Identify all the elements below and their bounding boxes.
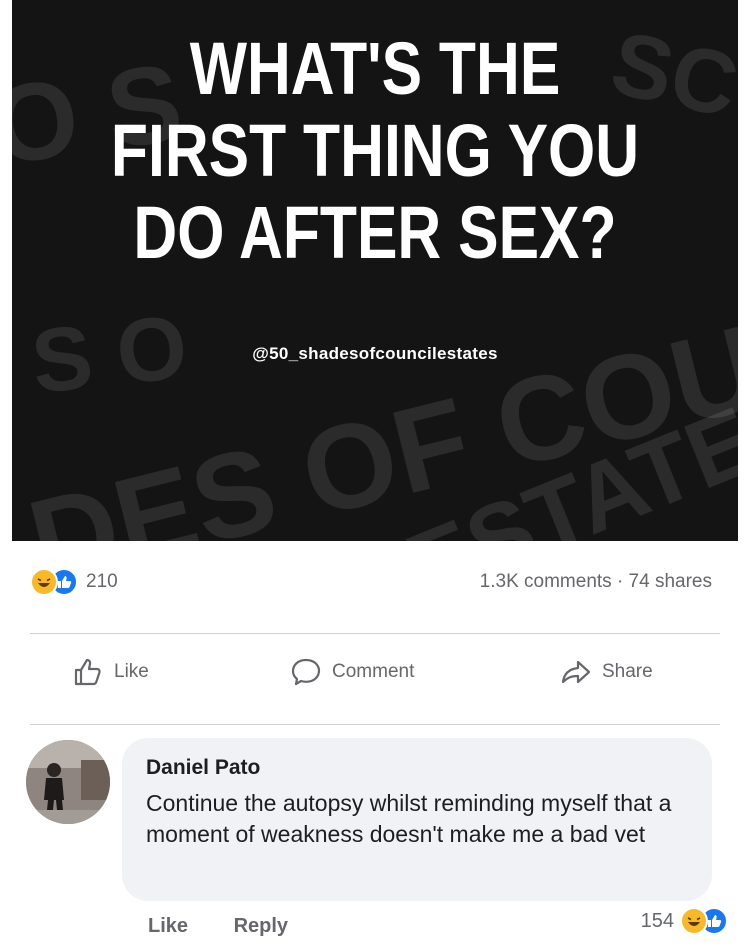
post-actions: Like Comment Share	[0, 656, 750, 700]
post-stats: 210 1.3K comments · 74 shares	[30, 568, 712, 596]
comment-author[interactable]: Daniel Pato	[146, 756, 688, 780]
haha-icon	[680, 907, 708, 935]
haha-icon	[30, 568, 58, 596]
comment-actions: Like Reply	[148, 915, 328, 938]
thumbs-up-icon	[74, 658, 101, 686]
reaction-summary[interactable]: 210	[30, 568, 118, 596]
image-handle: @50_shadesofcouncilestates	[252, 344, 498, 363]
divider	[30, 633, 720, 634]
avatar[interactable]	[26, 740, 110, 824]
post-image[interactable]: O S SC S O DES OF COU ESTATES 50 WHAT'S …	[12, 0, 738, 541]
divider	[30, 724, 720, 725]
comment-button[interactable]: Comment	[290, 656, 414, 688]
post-headline: WHAT'S THE FIRST THING YOU DO AFTER SEX?	[77, 32, 672, 278]
like-button[interactable]: Like	[72, 656, 149, 688]
comment-bubble: Daniel Pato Continue the autopsy whilst …	[122, 738, 712, 901]
headline-line: FIRST THING YOU	[110, 109, 640, 192]
comment-text: Continue the autopsy whilst reminding my…	[146, 790, 672, 847]
share-button[interactable]: Share	[560, 656, 653, 688]
comment-reply-button[interactable]: Reply	[234, 915, 288, 937]
comment-label: Comment	[332, 661, 415, 682]
share-arrow-icon	[561, 660, 591, 684]
headline-line: WHAT'S THE	[189, 27, 561, 110]
speech-bubble-icon	[291, 658, 321, 686]
reaction-count: 210	[86, 571, 118, 592]
like-label: Like	[114, 661, 149, 682]
comments-shares-count[interactable]: 1.3K comments · 74 shares	[480, 571, 712, 593]
comment-reaction-count: 154	[640, 909, 674, 932]
comment-like-button[interactable]: Like	[148, 915, 188, 937]
avatar-photo	[26, 740, 110, 824]
comment-reactions[interactable]: 154	[641, 907, 728, 935]
share-label: Share	[602, 661, 653, 682]
headline-line: DO AFTER SEX?	[133, 191, 617, 274]
